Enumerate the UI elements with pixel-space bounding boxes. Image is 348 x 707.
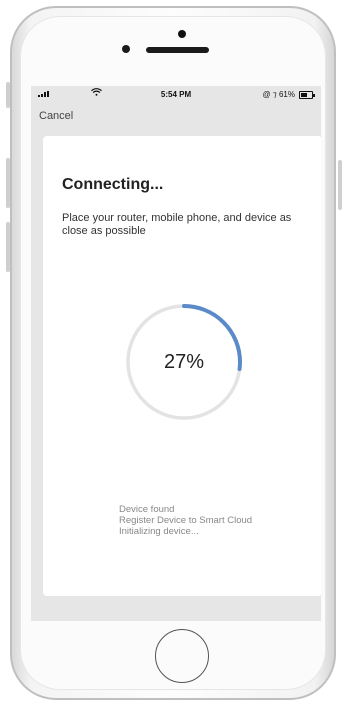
step-device-found: Device found [119,504,175,515]
volume-up-button [6,158,10,208]
connecting-card: Connecting... Place your router, mobile … [43,136,321,596]
power-button [338,160,342,210]
app-screen: 5:54 PM @ ⁊ 61% Cancel Connecting... Pla… [31,86,321,621]
progress-ring: 27% [124,302,244,422]
instruction-text: Place your router, mobile phone, and dev… [62,212,292,237]
status-indicators: @ ⁊ 61% [262,90,295,99]
home-button[interactable] [155,629,209,683]
earpiece-speaker [146,47,209,53]
front-camera [122,45,130,53]
page-title: Connecting... [62,176,164,193]
status-steps: Device found Register Device to Smart Cl… [119,504,252,537]
mute-switch [6,82,10,108]
progress-percent: 27% [163,350,205,373]
step-register-device: Register Device to Smart Cloud [119,515,253,526]
proximity-sensor [178,30,186,38]
cancel-button[interactable]: Cancel [39,110,73,122]
status-bar: 5:54 PM @ ⁊ 61% [31,86,321,104]
step-initializing: Initializing device... [119,526,199,537]
volume-down-button [6,222,10,272]
battery-icon [299,91,315,99]
